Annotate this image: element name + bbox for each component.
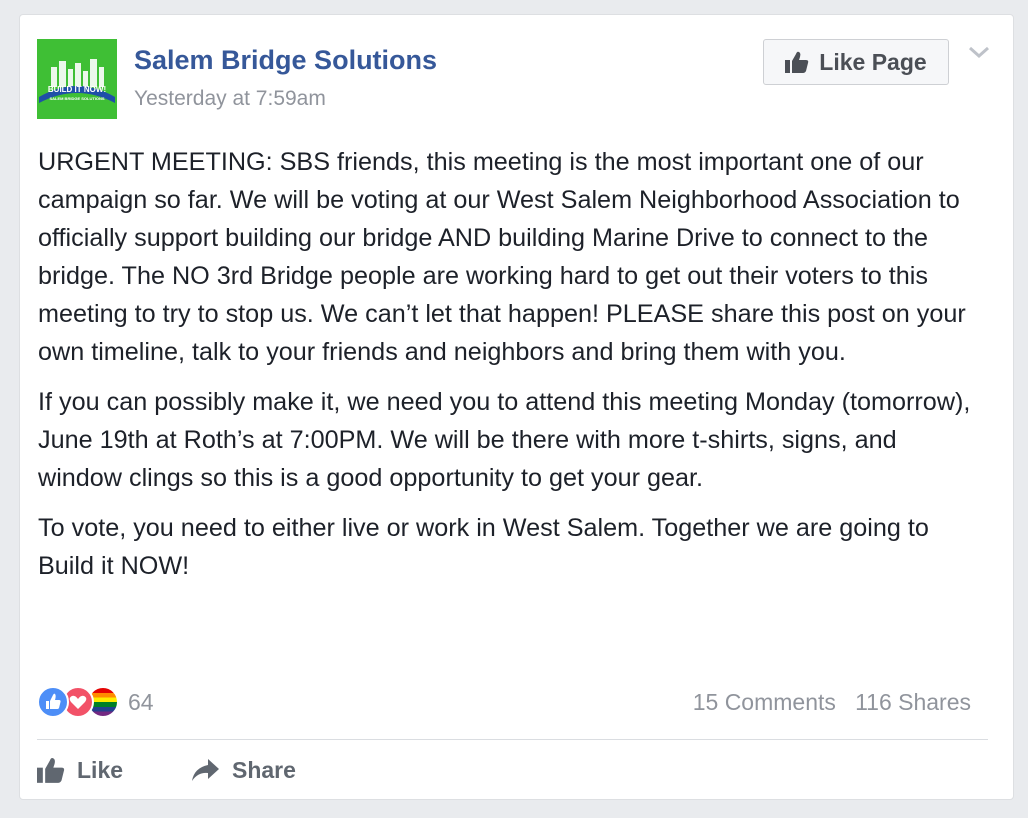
avatar-line2: SALEM BRIDGE SOLUTIONS — [49, 96, 105, 101]
page-name-link[interactable]: Salem Bridge Solutions — [134, 45, 437, 76]
like-page-label: Like Page — [819, 48, 927, 75]
avatar-text: BUILD IT NOW! SALEM BRIDGE SOLUTIONS — [37, 85, 117, 103]
like-reaction-icon — [37, 686, 69, 718]
thumbs-up-icon — [785, 51, 809, 73]
like-page-button[interactable]: Like Page — [763, 39, 949, 85]
reaction-count: 64 — [128, 688, 154, 715]
post-stats: 15 Comments 116 Shares — [693, 689, 971, 716]
chevron-down-icon[interactable] — [967, 43, 991, 61]
shares-count-link[interactable]: 116 Shares — [855, 689, 971, 715]
post-card: BUILD IT NOW! SALEM BRIDGE SOLUTIONS Sal… — [19, 14, 1014, 800]
share-label: Share — [232, 756, 296, 783]
post-paragraph-3: To vote, you need to either live or work… — [38, 514, 929, 580]
reactions-summary[interactable]: 64 — [37, 685, 154, 719]
page-avatar[interactable]: BUILD IT NOW! SALEM BRIDGE SOLUTIONS — [37, 39, 117, 119]
thumbs-up-icon — [37, 758, 65, 783]
like-label: Like — [77, 756, 124, 783]
share-arrow-icon — [192, 759, 219, 781]
post-paragraph-1: URGENT MEETING: SBS friends, this meetin… — [38, 148, 966, 366]
avatar-line1: BUILD IT NOW! — [47, 85, 107, 94]
post-body: URGENT MEETING: SBS friends, this meetin… — [38, 143, 973, 597]
comments-count-link[interactable]: 15 Comments — [693, 689, 836, 715]
like-button[interactable]: Like — [37, 753, 123, 787]
share-button[interactable]: Share — [190, 753, 296, 787]
post-paragraph-2: If you can possibly make it, we need you… — [38, 388, 971, 492]
bridge-logo-icon — [37, 39, 117, 119]
post-timestamp[interactable]: Yesterday at 7:59am — [134, 87, 326, 111]
divider — [37, 739, 988, 740]
